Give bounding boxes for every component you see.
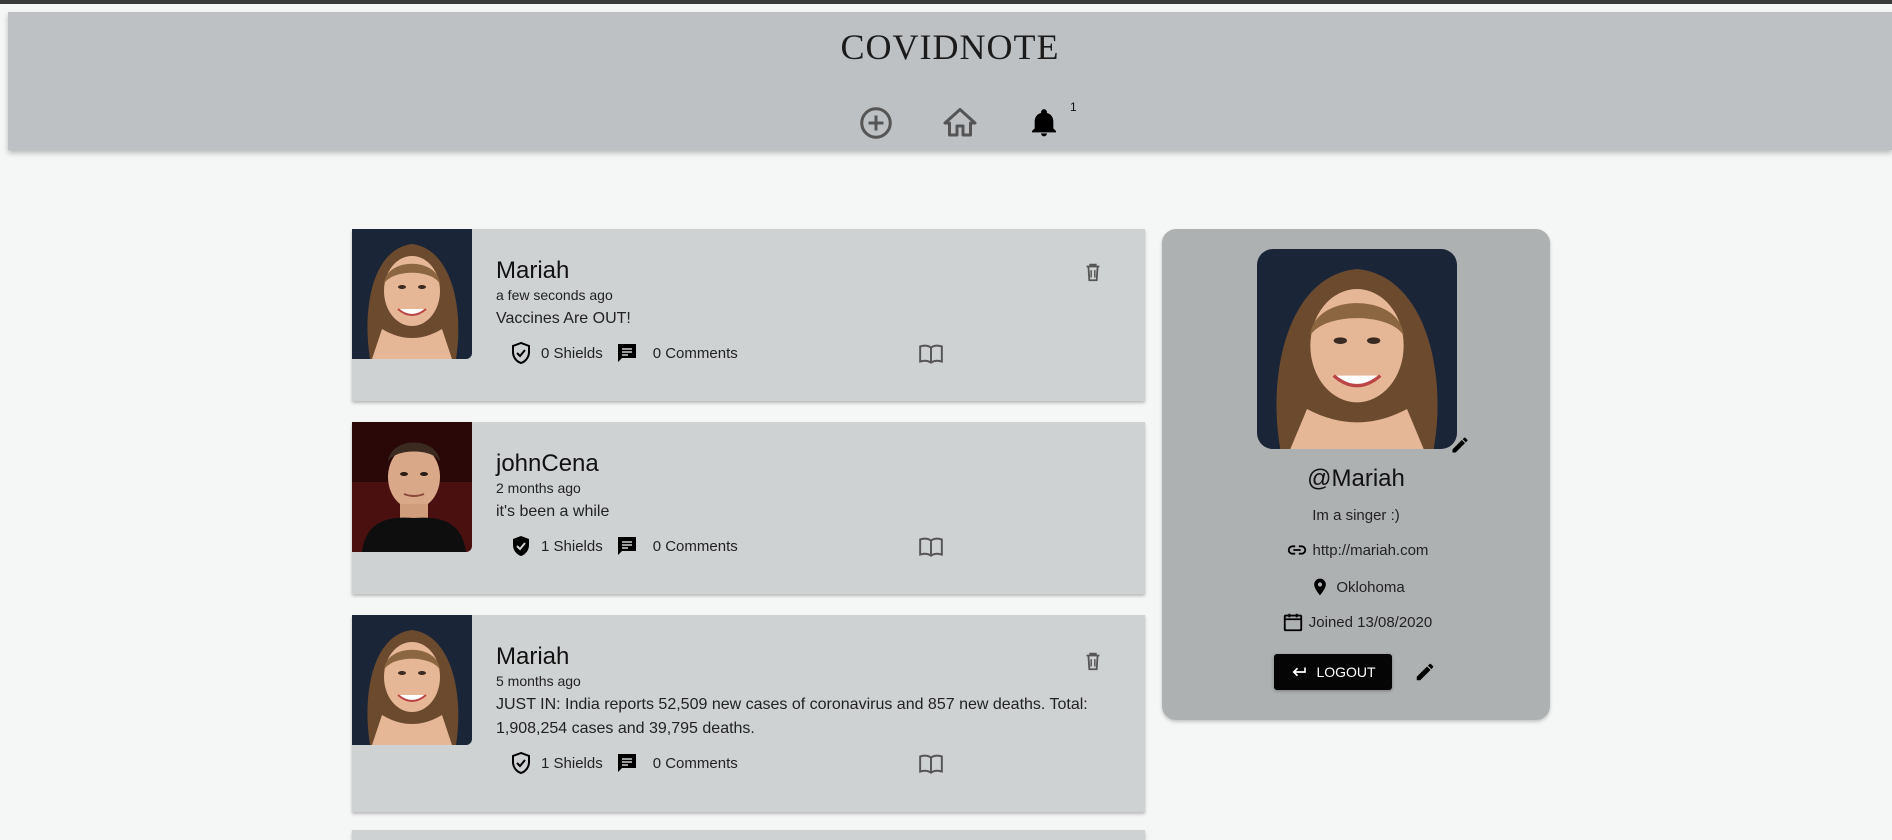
profile-location-row: Oklohoma [1162, 574, 1550, 600]
profile-joined-date: Joined 13/08/2020 [1308, 613, 1433, 631]
post-username[interactable]: Mariah [496, 643, 569, 671]
add-post-button[interactable] [851, 98, 901, 148]
trash-icon [1086, 652, 1100, 671]
logout-label: LOGOUT [1316, 664, 1376, 680]
user-photo [352, 422, 472, 552]
edit-avatar-button[interactable] [1447, 432, 1473, 458]
return-arrow-icon [1290, 663, 1308, 681]
calendar-icon [1280, 609, 1306, 635]
post-card: Mariah a few seconds ago Vaccines Are OU… [352, 229, 1145, 401]
location-pin-icon [1307, 574, 1333, 600]
post-time: 2 months ago [496, 480, 581, 496]
profile-bio: Im a singer :) [1312, 507, 1400, 524]
comment-icon [617, 754, 636, 772]
comment-button[interactable] [611, 337, 643, 369]
app-bar: COVIDNOTE 1 [8, 12, 1892, 150]
profile-website-row: http://mariah.com [1162, 537, 1550, 563]
post-time: a few seconds ago [496, 287, 613, 303]
trash-icon [1086, 263, 1100, 282]
avatar[interactable] [352, 615, 472, 745]
bell-icon [1032, 109, 1056, 137]
profile-website-link[interactable]: http://mariah.com [1313, 542, 1429, 559]
user-photo [352, 229, 472, 359]
profile-card: @Mariah Im a singer :) http://mariah.com… [1162, 229, 1550, 720]
book-open-icon [919, 537, 943, 557]
post-card: johnCena 2 months ago it's been a while … [352, 422, 1145, 594]
shield-outline-icon [512, 341, 530, 365]
post-actions: 1 Shields 0 Comments [505, 530, 738, 562]
comment-count: 0 Comments [652, 754, 738, 772]
logout-button[interactable]: LOGOUT [1274, 654, 1392, 690]
profile-avatar[interactable] [1257, 249, 1457, 449]
comment-count: 0 Comments [652, 537, 738, 555]
shield-outline-icon [512, 751, 530, 775]
user-photo [352, 615, 472, 745]
delete-post-button[interactable] [1078, 646, 1108, 676]
open-post-button[interactable] [916, 749, 946, 779]
post-body: Vaccines Are OUT! [496, 310, 631, 327]
shield-count: 0 Shields [541, 344, 603, 362]
delete-post-button[interactable] [1078, 257, 1108, 287]
post-username[interactable]: Mariah [496, 257, 569, 285]
comment-count: 0 Comments [652, 344, 738, 362]
book-open-icon [919, 344, 943, 364]
window-top-border [0, 0, 1892, 4]
notification-count-badge: 1 [1070, 100, 1077, 114]
open-post-button[interactable] [916, 339, 946, 369]
avatar[interactable] [352, 229, 472, 359]
pencil-icon [1416, 663, 1434, 681]
post-time: 5 months ago [496, 673, 581, 689]
post-actions: 1 Shields 0 Comments [505, 747, 738, 779]
notifications-button[interactable] [1019, 98, 1069, 148]
home-icon [943, 108, 977, 137]
post-card-partial [352, 830, 1145, 840]
post-card: Mariah 5 months ago JUST IN: India repor… [352, 615, 1145, 812]
post-username[interactable]: johnCena [496, 450, 599, 478]
comment-icon [617, 537, 636, 555]
comment-button[interactable] [611, 530, 643, 562]
shield-button[interactable] [505, 530, 537, 562]
open-post-button[interactable] [916, 532, 946, 562]
post-body: JUST IN: India reports 52,509 new cases … [496, 696, 1088, 737]
profile-photo [1257, 249, 1457, 449]
shield-count: 1 Shields [541, 754, 603, 772]
home-button[interactable] [935, 98, 985, 148]
shield-button[interactable] [505, 747, 537, 779]
shield-count: 1 Shields [541, 537, 603, 555]
comment-button[interactable] [611, 747, 643, 779]
link-icon [1284, 537, 1310, 563]
post-actions: 0 Shields 0 Comments [505, 337, 738, 369]
add-circle-icon [860, 107, 892, 139]
pencil-icon [1452, 437, 1468, 453]
app-title: COVIDNOTE [840, 27, 1060, 67]
book-open-icon [919, 754, 943, 774]
shield-filled-icon [513, 536, 529, 556]
profile-handle[interactable]: @Mariah [1162, 465, 1550, 493]
avatar[interactable] [352, 422, 472, 552]
edit-profile-button[interactable] [1410, 657, 1440, 687]
shield-button[interactable] [505, 337, 537, 369]
profile-joined-row: Joined 13/08/2020 [1162, 609, 1550, 635]
post-body: it's been a while [496, 503, 610, 520]
comment-icon [617, 344, 636, 362]
profile-location: Oklohoma [1336, 578, 1405, 596]
